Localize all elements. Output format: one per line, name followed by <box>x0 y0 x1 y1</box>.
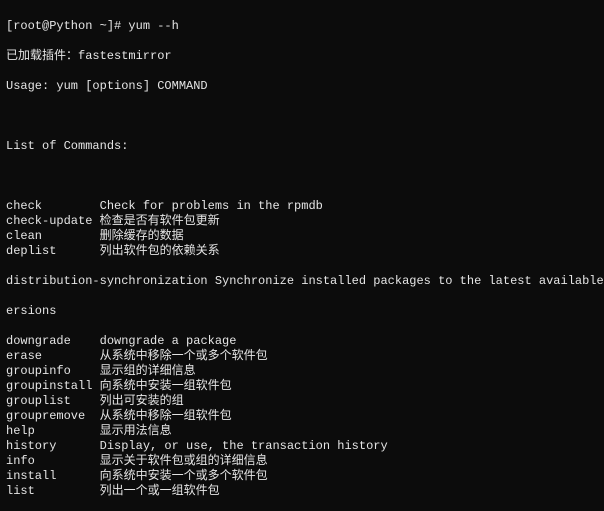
command-row: history Display, or use, the transaction… <box>6 439 598 454</box>
command-row: clean 删除缓存的数据 <box>6 229 598 244</box>
command-row: downgrade downgrade a package <box>6 334 598 349</box>
command-name: help <box>6 424 100 438</box>
command-desc: 显示用法信息 <box>100 424 172 438</box>
command-desc: Display, or use, the transaction history <box>100 439 388 453</box>
command-desc: Check for problems in the rpmdb <box>100 199 323 213</box>
terminal-output: [root@Python ~]# yum --h 已加载插件：fastestmi… <box>0 0 604 511</box>
command-name: grouplist <box>6 394 100 408</box>
command-row: erase 从系统中移除一个或多个软件包 <box>6 349 598 364</box>
command-name: install <box>6 469 100 483</box>
blank-line <box>6 109 598 124</box>
command-name: info <box>6 454 100 468</box>
command-row: groupinfo 显示组的详细信息 <box>6 364 598 379</box>
dist-sync-line-2: ersions <box>6 304 598 319</box>
command-name: list <box>6 484 100 498</box>
command-desc: 删除缓存的数据 <box>100 229 184 243</box>
command-desc: 显示组的详细信息 <box>100 364 196 378</box>
command-name: check-update <box>6 214 100 228</box>
usage-line: Usage: yum [options] COMMAND <box>6 79 598 94</box>
entered-command: yum --h <box>128 19 178 33</box>
command-row: groupremove 从系统中移除一组软件包 <box>6 409 598 424</box>
command-desc: 从系统中移除一个或多个软件包 <box>100 349 268 363</box>
command-row: info 显示关于软件包或组的详细信息 <box>6 454 598 469</box>
command-desc: 检查是否有软件包更新 <box>100 214 220 228</box>
command-name: groupremove <box>6 409 100 423</box>
command-row: deplist 列出软件包的依赖关系 <box>6 244 598 259</box>
command-desc: 从系统中移除一组软件包 <box>100 409 232 423</box>
shell-prompt: [root@Python ~]# <box>6 19 128 33</box>
command-row: grouplist 列出可安装的组 <box>6 394 598 409</box>
command-desc: 列出一个或一组软件包 <box>100 484 220 498</box>
command-name: downgrade <box>6 334 100 348</box>
command-row: help 显示用法信息 <box>6 424 598 439</box>
list-header: List of Commands: <box>6 139 598 154</box>
command-name: groupinstall <box>6 379 100 393</box>
dist-sync-line-1: distribution-synchronization Synchronize… <box>6 274 598 289</box>
command-row: check-update 检查是否有软件包更新 <box>6 214 598 229</box>
command-name: groupinfo <box>6 364 100 378</box>
command-row: check Check for problems in the rpmdb <box>6 199 598 214</box>
blank-line <box>6 169 598 184</box>
shell-prompt-line[interactable]: [root@Python ~]# yum --h <box>6 19 598 34</box>
command-row: list 列出一个或一组软件包 <box>6 484 598 499</box>
command-row: groupinstall 向系统中安装一组软件包 <box>6 379 598 394</box>
command-name: check <box>6 199 100 213</box>
command-desc: downgrade a package <box>100 334 237 348</box>
command-desc: 列出可安装的组 <box>100 394 184 408</box>
command-row: install 向系统中安装一个或多个软件包 <box>6 469 598 484</box>
command-desc: 向系统中安装一组软件包 <box>100 379 232 393</box>
command-name: erase <box>6 349 100 363</box>
command-desc: 列出软件包的依赖关系 <box>100 244 220 258</box>
command-desc: 向系统中安装一个或多个软件包 <box>100 469 268 483</box>
command-name: clean <box>6 229 100 243</box>
command-name: history <box>6 439 100 453</box>
plugins-line: 已加载插件：fastestmirror <box>6 49 598 64</box>
command-desc: 显示关于软件包或组的详细信息 <box>100 454 268 468</box>
command-name: deplist <box>6 244 100 258</box>
